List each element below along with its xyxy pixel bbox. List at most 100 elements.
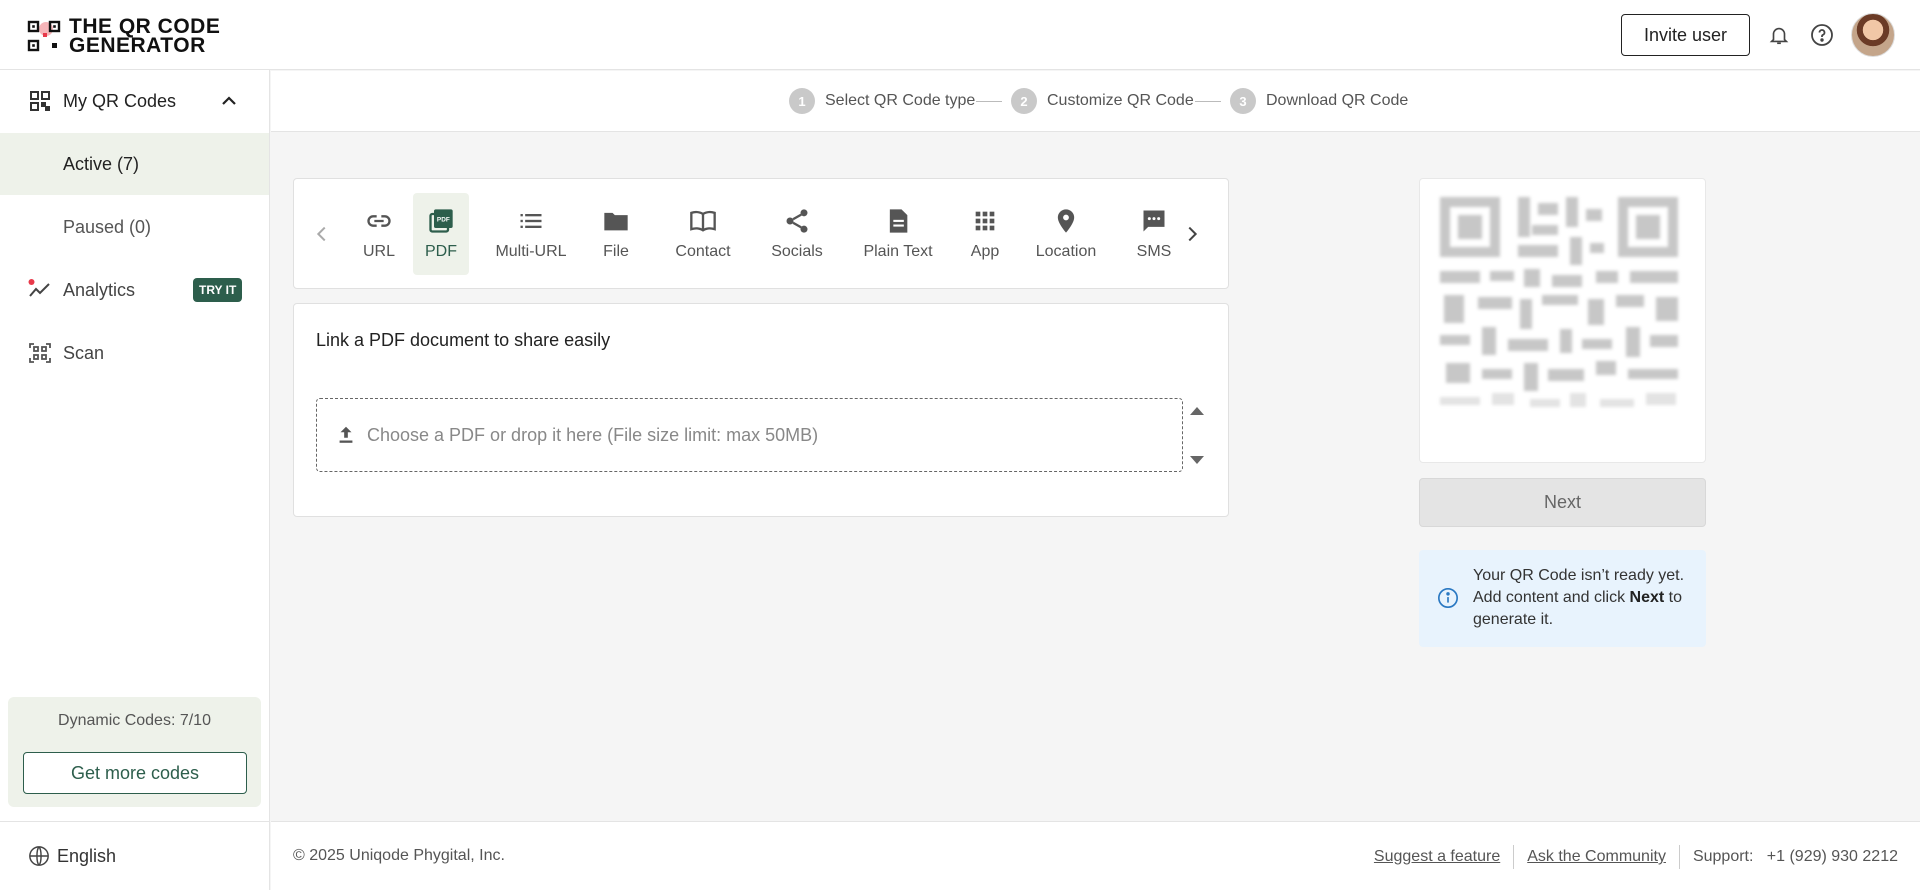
apps-grid-icon (975, 211, 995, 231)
type-multi-url[interactable]: Multi-URL (491, 193, 571, 275)
type-label: PDF (425, 243, 457, 260)
step-label: Download QR Code (1266, 92, 1409, 109)
chevron-left-icon (316, 226, 326, 242)
step-connector (1195, 101, 1221, 102)
invite-user-button[interactable]: Invite user (1620, 14, 1750, 56)
type-list: URL PDF PDF Multi-URL File Contact Socia… (351, 179, 1173, 288)
svg-text:PDF: PDF (437, 217, 450, 224)
step-2: 2 Customize QR Code (1011, 88, 1194, 114)
type-label: URL (362, 243, 395, 260)
scroll-down-button[interactable] (1186, 449, 1208, 471)
scroll-left-button[interactable] (308, 217, 336, 251)
sidebar: My QR Codes Active (7) Paused (0) Analyt… (0, 70, 270, 890)
type-url[interactable]: URL (353, 193, 405, 275)
info-text-bold: Next (1629, 589, 1665, 606)
bell-icon[interactable] (1765, 21, 1793, 49)
user-avatar[interactable] (1851, 13, 1895, 57)
header-actions: Invite user (1620, 13, 1895, 57)
logo[interactable]: THE QR CODE GENERATOR (27, 16, 220, 57)
info-text: Your QR Code isn’t ready yet. Add conten… (1473, 565, 1698, 631)
info-icon (1438, 588, 1458, 608)
step-label: Customize QR Code (1047, 92, 1194, 109)
type-label: Location (1035, 243, 1097, 260)
document-icon (889, 209, 908, 233)
support-phone: Support: +1 (929) 930 2212 (1692, 848, 1898, 865)
sidebar-item-label: Paused (0) (63, 216, 152, 237)
sidebar-item-scan[interactable]: Scan (0, 322, 269, 384)
sidebar-item-label: Analytics (63, 279, 136, 300)
qr-logo-icon (27, 20, 61, 52)
type-location[interactable]: Location (1028, 193, 1104, 275)
quota-box: Dynamic Codes: 7/10 Get more codes (8, 697, 261, 807)
type-app[interactable]: App (963, 193, 1007, 275)
contact-book-icon (690, 210, 716, 232)
pdf-icon: PDF (429, 209, 453, 233)
scan-icon (29, 343, 51, 363)
list-icon (520, 214, 542, 228)
type-label: Multi-URL (495, 243, 567, 260)
chevron-up-icon[interactable] (217, 89, 241, 113)
type-socials[interactable]: Socials (763, 193, 831, 275)
divider (1678, 845, 1680, 869)
type-contact[interactable]: Contact (669, 193, 737, 275)
chevron-right-icon (1188, 226, 1198, 242)
pdf-dropzone[interactable]: Choose a PDF or drop it here (File size … (316, 398, 1183, 472)
sidebar-item-label: Active (7) (63, 153, 140, 174)
copyright: © 2025 Uniqode Phygital, Inc. (293, 847, 505, 864)
suggest-feature-link[interactable]: Suggest a feature (1374, 848, 1500, 866)
folder-icon (604, 212, 628, 231)
ask-community-link[interactable]: Ask the Community (1527, 848, 1666, 866)
caret-down-icon (1190, 456, 1204, 464)
language-selector[interactable]: English (0, 821, 269, 890)
sidebar-item-paused[interactable]: Paused (0) (0, 196, 269, 258)
step-connector (976, 101, 1002, 102)
info-message: Your QR Code isn’t ready yet. Add conten… (1419, 550, 1706, 647)
upload-icon (339, 426, 353, 443)
footer-links: Suggest a feature Ask the Community Supp… (1374, 845, 1898, 869)
sidebar-item-my-qr-codes[interactable]: My QR Codes (0, 70, 269, 132)
logo-text: THE QR CODE GENERATOR (69, 16, 220, 57)
step-number: 1 (789, 88, 815, 114)
link-icon (367, 215, 391, 227)
step-number: 2 (1011, 88, 1037, 114)
location-pin-icon (1057, 209, 1075, 233)
sidebar-item-active[interactable]: Active (7) (0, 133, 269, 195)
qr-type-selector: URL PDF PDF Multi-URL File Contact Socia… (293, 178, 1229, 289)
analytics-icon (28, 279, 50, 297)
content-card: Link a PDF document to share easily Choo… (293, 303, 1229, 517)
dropzone-text: Choose a PDF or drop it here (File size … (367, 425, 819, 445)
type-label: File (603, 243, 629, 260)
content-title: Link a PDF document to share easily (316, 330, 611, 350)
caret-up-icon (1190, 407, 1204, 415)
logo-text-line2: GENERATOR (69, 34, 206, 57)
type-plain-text[interactable]: Plain Text (856, 193, 940, 275)
sms-icon (1143, 210, 1165, 232)
share-icon (786, 209, 808, 233)
type-label: Plain Text (863, 243, 933, 260)
help-icon[interactable] (1808, 21, 1836, 49)
type-label: App (970, 243, 1000, 260)
scroll-right-button[interactable] (1178, 217, 1206, 251)
type-file[interactable]: File (594, 193, 638, 275)
stepper: 1 Select QR Code type 2 Customize QR Cod… (271, 71, 1920, 132)
try-it-badge: TRY IT (193, 278, 243, 302)
get-more-codes-button[interactable]: Get more codes (23, 752, 247, 794)
globe-icon (29, 846, 49, 866)
footer: © 2025 Uniqode Phygital, Inc. Suggest a … (271, 821, 1920, 890)
scroll-up-button[interactable] (1186, 400, 1208, 422)
divider (1513, 845, 1515, 869)
qr-grid-icon (30, 91, 50, 111)
next-button[interactable]: Next (1419, 478, 1706, 527)
type-label: Socials (771, 243, 823, 260)
type-label: SMS (1136, 243, 1172, 260)
sidebar-item-label: My QR Codes (63, 90, 177, 111)
step-number: 3 (1230, 88, 1256, 114)
type-sms[interactable]: SMS (1129, 193, 1173, 275)
sidebar-item-label: Scan (63, 342, 105, 363)
top-header: THE QR CODE GENERATOR Invite user (0, 0, 1920, 70)
sidebar-item-analytics[interactable]: Analytics TRY IT (0, 259, 269, 321)
type-pdf[interactable]: PDF PDF (413, 193, 469, 275)
type-label: Contact (675, 243, 731, 260)
step-label: Select QR Code type (825, 92, 976, 109)
quota-text: Dynamic Codes: 7/10 (58, 712, 211, 729)
